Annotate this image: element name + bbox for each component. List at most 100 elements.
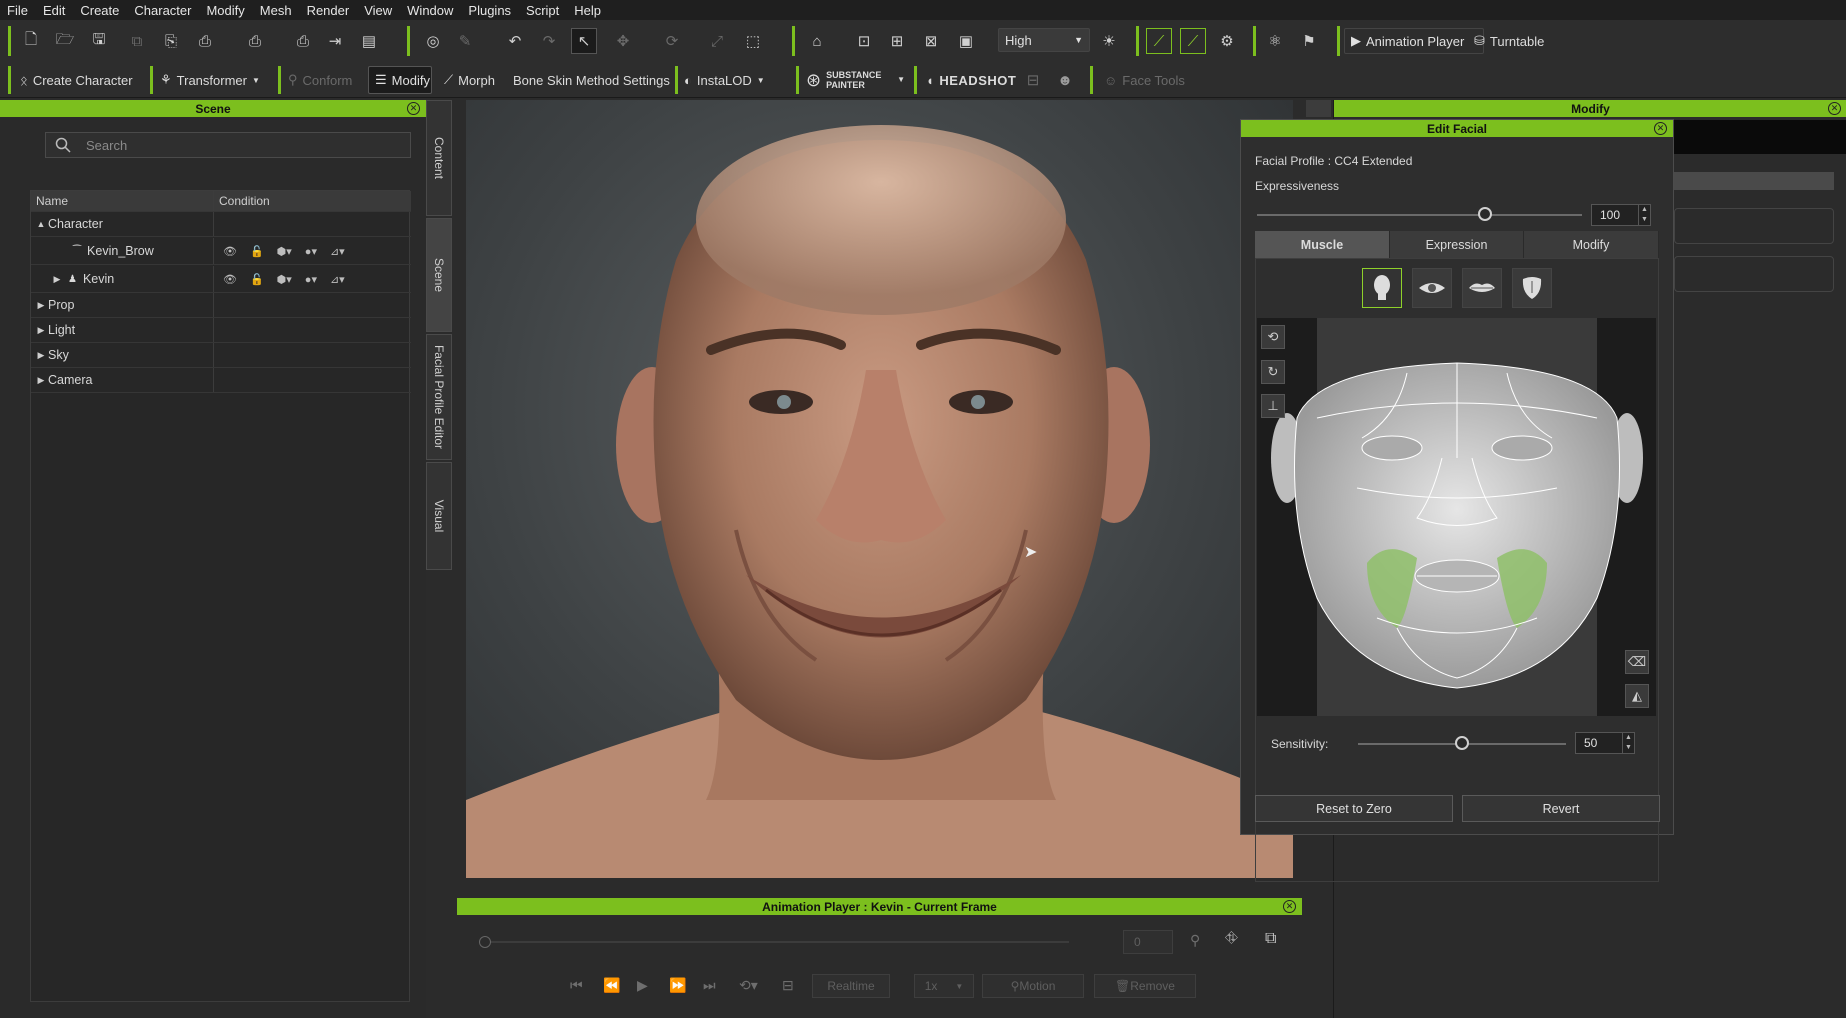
head-icon[interactable]: ☻ xyxy=(1052,67,1078,93)
tab-modify[interactable]: Modify xyxy=(1524,231,1659,258)
zoom-extents-icon[interactable]: ⊞ xyxy=(884,28,910,54)
new-file-icon[interactable]: 🗋 xyxy=(18,28,44,54)
go-to-start-icon[interactable]: ⏮ xyxy=(570,977,583,994)
realtime-dropdown[interactable]: Realtime xyxy=(812,974,890,998)
tree-row-light[interactable]: ▶ Light xyxy=(31,318,411,343)
reset-view-icon[interactable]: ↻ xyxy=(1261,360,1285,384)
menu-character[interactable]: Character xyxy=(127,3,199,18)
rotate-icon[interactable]: ⟳ xyxy=(659,28,685,54)
tab-scene[interactable]: Scene xyxy=(426,218,452,332)
headshot-tool-icon[interactable]: ⊟ xyxy=(1020,67,1046,93)
animation-player-button[interactable]: ▶ Animation Player xyxy=(1344,28,1484,54)
timeline-track[interactable] xyxy=(479,941,1069,943)
face-muscle-map[interactable] xyxy=(1257,303,1656,716)
light-icon[interactable]: ☀ xyxy=(1096,28,1122,54)
tree-row-camera[interactable]: ▶ Camera xyxy=(31,368,411,393)
export-icon[interactable]: ⎘ xyxy=(158,28,184,54)
undo-icon[interactable]: ↶ xyxy=(502,28,528,54)
turntable-button[interactable]: ⛁ Turntable xyxy=(1474,28,1544,54)
column-name[interactable]: Name xyxy=(31,191,214,211)
panel-toggle[interactable] xyxy=(1306,100,1331,117)
window-toggle-icon[interactable]: ⧉ xyxy=(1265,930,1276,948)
substance-painter-button[interactable]: ⊛ SUBSTANCE PAINTER ▼ xyxy=(806,67,905,93)
close-icon[interactable]: ✕ xyxy=(407,102,420,115)
motion-dropdown[interactable]: ⚲ Motion xyxy=(982,974,1084,998)
close-icon[interactable]: ✕ xyxy=(1283,900,1296,913)
tab-expression[interactable]: Expression xyxy=(1390,231,1524,258)
mirror-icon[interactable]: ◭ xyxy=(1625,684,1649,708)
flag-icon[interactable]: ⚑ xyxy=(1296,28,1322,54)
collapse-icon[interactable]: ▲ xyxy=(34,219,48,229)
spring-icon[interactable]: ⚙ xyxy=(1214,28,1240,54)
export-obj-icon[interactable]: ⎙ xyxy=(192,28,218,54)
export-fbx-icon[interactable]: ⎙ xyxy=(242,28,268,54)
record-icon[interactable]: ⊟ xyxy=(782,977,794,994)
expand-icon[interactable]: ▶ xyxy=(34,325,48,336)
expressiveness-input[interactable]: 100 ▲ ▼ xyxy=(1591,204,1651,226)
headshot-button[interactable]: ◖ HEADSHOT xyxy=(926,67,1016,93)
open-folder-icon[interactable]: 🗁 xyxy=(52,28,78,54)
face-rotate-icon[interactable]: ⟲ xyxy=(1261,325,1285,349)
send-icon[interactable]: ⇥ xyxy=(322,28,348,54)
mouth-muscle-button[interactable] xyxy=(1462,268,1502,308)
menu-plugins[interactable]: Plugins xyxy=(461,3,519,18)
key-icon[interactable]: ⚲ xyxy=(1190,932,1200,949)
bone-icon[interactable]: ⊿▾ xyxy=(330,273,345,286)
zoom-selected-icon[interactable]: ⊠ xyxy=(918,28,944,54)
go-to-end-icon[interactable]: ⏭ xyxy=(703,977,716,994)
previous-frame-icon[interactable]: ⏪ xyxy=(603,977,620,994)
tree-row-sky[interactable]: ▶ Sky xyxy=(31,343,411,368)
timeline-scrubber[interactable] xyxy=(479,936,491,948)
tab-content[interactable]: Content xyxy=(426,100,452,216)
modify-field[interactable] xyxy=(1674,208,1834,244)
material-icon[interactable]: ●▾ xyxy=(305,245,317,258)
tree-row-kevin-brow[interactable]: ⁀ Kevin_Brow 👁 🔓 ⬢▾ ●▾ ⊿▾ xyxy=(31,238,411,265)
material-icon[interactable]: ●▾ xyxy=(305,273,317,286)
expand-icon[interactable]: ▶ xyxy=(50,274,64,285)
instalod-button[interactable]: ◐ InstaLOD ▼ xyxy=(684,67,765,93)
move-icon[interactable]: ✥ xyxy=(610,28,636,54)
play-icon[interactable]: ▶ xyxy=(637,977,648,994)
cube-icon[interactable]: ⬢▾ xyxy=(277,245,292,258)
redo-icon[interactable]: ↷ xyxy=(536,28,562,54)
fit-view-icon[interactable]: ⊡ xyxy=(851,28,877,54)
sensitivity-slider-knob[interactable] xyxy=(1455,736,1469,750)
expressiveness-slider[interactable] xyxy=(1257,214,1582,216)
close-icon[interactable]: ✕ xyxy=(1654,122,1667,135)
next-frame-icon[interactable]: ⏩ xyxy=(669,977,686,994)
transformer-button[interactable]: ⚘ Transformer ▼ xyxy=(160,67,260,93)
snap-icon[interactable]: ⬚ xyxy=(740,28,766,54)
lock-icon[interactable]: 🔓 xyxy=(250,245,264,258)
brush-icon[interactable]: ✎ xyxy=(452,28,478,54)
menu-modify[interactable]: Modify xyxy=(199,3,252,18)
menu-window[interactable]: Window xyxy=(400,3,461,18)
column-condition[interactable]: Condition xyxy=(214,191,411,211)
eye-muscle-button[interactable] xyxy=(1412,268,1452,308)
face-tools-button[interactable]: ☺ Face Tools xyxy=(1104,67,1185,93)
tree-row-prop[interactable]: ▶ Prop xyxy=(31,293,411,318)
menu-view[interactable]: View xyxy=(357,3,400,18)
physics-icon[interactable]: ⚛ xyxy=(1262,28,1288,54)
reset-to-zero-button[interactable]: Reset to Zero xyxy=(1255,795,1453,822)
bone-select-icon[interactable]: ⟋ xyxy=(1180,28,1206,54)
visibility-eye-icon[interactable]: 👁 xyxy=(223,245,237,258)
import-icon[interactable]: ⧉ xyxy=(124,28,150,54)
tree-row-kevin[interactable]: ▶ ♟ Kevin 👁 🔓 ⬢▾ ●▾ ⊿▾ xyxy=(31,266,411,293)
tongue-muscle-button[interactable] xyxy=(1512,268,1552,308)
expand-icon[interactable]: ▶ xyxy=(34,350,48,361)
camera-view-icon[interactable]: ▣ xyxy=(953,28,979,54)
tab-facial-profile-editor[interactable]: Facial Profile Editor xyxy=(426,334,452,460)
search-input[interactable]: Search xyxy=(45,132,411,158)
remove-dropdown[interactable]: 🗑 Remove xyxy=(1094,974,1196,998)
head-muscle-button[interactable] xyxy=(1362,268,1402,308)
cube-icon[interactable]: ⬢▾ xyxy=(277,273,292,286)
render-icon[interactable]: ◎ xyxy=(420,28,446,54)
menu-file[interactable]: File xyxy=(0,3,36,18)
modify-field[interactable] xyxy=(1674,256,1834,292)
menu-help[interactable]: Help xyxy=(567,3,609,18)
select-icon[interactable]: ↖ xyxy=(571,28,597,54)
spin-arrows-icon[interactable]: ▲ ▼ xyxy=(1638,205,1650,225)
lock-icon[interactable]: 🔓 xyxy=(250,273,264,286)
tab-visual[interactable]: Visual xyxy=(426,462,452,570)
axis-icon[interactable]: ⊥ xyxy=(1261,394,1285,418)
